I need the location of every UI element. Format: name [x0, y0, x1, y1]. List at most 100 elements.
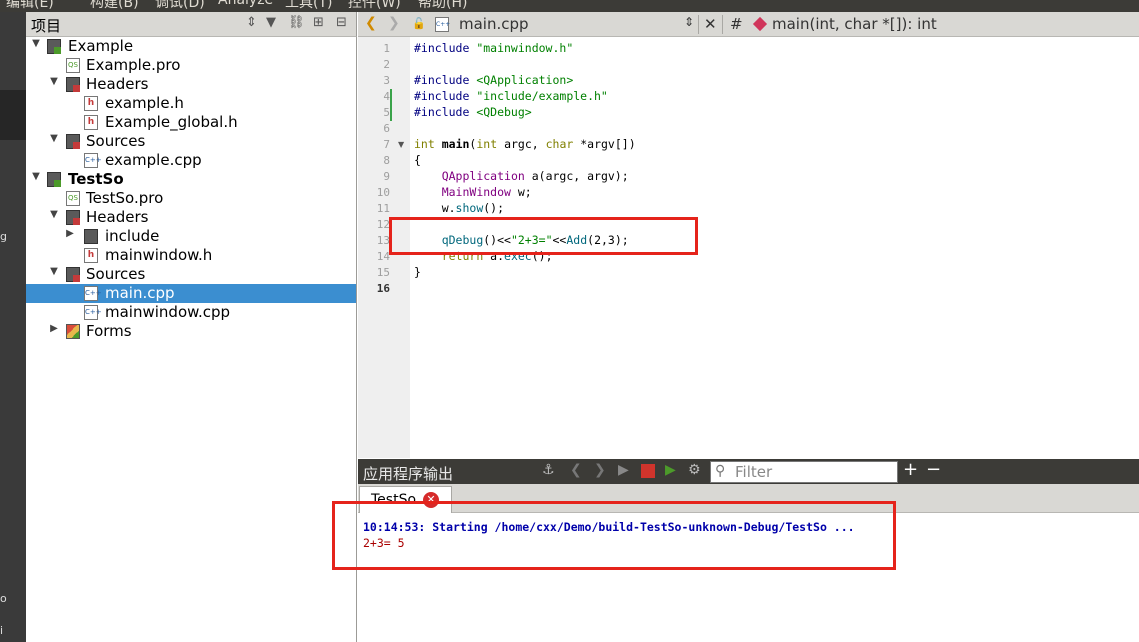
code-line-5: #include <QDebug> — [414, 105, 532, 119]
tree-item-testso-pro[interactable]: QS TestSo.pro — [26, 189, 356, 208]
tree-item-sources[interactable]: ▼ Sources — [26, 265, 356, 284]
expand-arrow-icon[interactable]: ▼ — [30, 38, 42, 49]
tree-item-mainwindow-h[interactable]: h mainwindow.h — [26, 246, 356, 265]
expand-arrow-icon[interactable]: ▼ — [48, 133, 60, 144]
mode-sidebar: g o i — [0, 12, 26, 642]
collapse-arrow-icon[interactable]: ▶ — [64, 228, 76, 239]
tree-item-label: Example_global.h — [105, 113, 238, 131]
tree-item-label: mainwindow.cpp — [105, 303, 231, 321]
menu-analyze[interactable]: Analyze — [218, 0, 273, 8]
filter-placeholder: Filter — [735, 463, 773, 481]
tree-item-label: Example.pro — [86, 56, 181, 74]
cpp-file-icon: C++ — [84, 153, 102, 168]
expand-arrow-icon[interactable]: ▼ — [30, 171, 42, 182]
line-number: 13 — [376, 234, 390, 247]
filter-input[interactable]: ⚲ Filter — [710, 461, 898, 483]
headers-folder-icon — [66, 77, 80, 92]
highlight-box-code — [389, 217, 698, 255]
line-number: 3 — [383, 74, 390, 87]
cpp-file-icon: C++ — [84, 305, 102, 320]
line-number: 5 — [383, 106, 390, 119]
tree-item-main-cpp[interactable]: C++ main.cpp — [26, 284, 356, 303]
tree-item-label: TestSo.pro — [86, 189, 164, 207]
symbol-selector[interactable]: main(int, char *[]): int — [772, 15, 937, 33]
tree-item-example-cpp[interactable]: C++ example.cpp — [26, 151, 356, 170]
tree-item-label: Headers — [86, 208, 149, 226]
code-line-3: #include <QApplication> — [414, 73, 574, 87]
function-symbol-icon — [752, 16, 768, 32]
next-arrow-icon[interactable]: ❯ — [594, 462, 606, 478]
mode-label-fragment[interactable]: o — [0, 592, 7, 605]
project-qt-icon — [47, 39, 61, 54]
expand-arrow-icon[interactable]: ▼ — [48, 266, 60, 277]
tree-item-headers[interactable]: ▼ Headers — [26, 208, 356, 227]
tree-item-headers[interactable]: ▼ Headers — [26, 75, 356, 94]
lock-icon: 🔓 — [412, 17, 426, 30]
tree-item-label: Sources — [86, 265, 146, 283]
attach-icon[interactable]: ⚓ — [542, 462, 555, 478]
tree-item-example-h[interactable]: h example.h — [26, 94, 356, 113]
tree-item-sources[interactable]: ▼ Sources — [26, 132, 356, 151]
mode-edit-selected[interactable] — [0, 90, 26, 140]
output-pane-title: 应用程序输出 — [363, 465, 454, 483]
menu-debug[interactable]: 调试(D) — [155, 0, 205, 12]
collapse-arrow-icon[interactable]: ▶ — [48, 323, 60, 334]
header-file-icon: h — [84, 96, 98, 111]
menu-tools[interactable]: 工具(T) — [285, 0, 332, 12]
tree-item-include-folder[interactable]: ▶ include — [26, 227, 356, 246]
expand-arrow-icon[interactable]: ▼ — [48, 209, 60, 220]
highlight-box-output — [332, 501, 896, 570]
forward-arrow-icon[interactable]: ❯ — [388, 15, 400, 31]
tree-item-label: Headers — [86, 75, 149, 93]
run-icon[interactable]: ▶ — [618, 462, 629, 478]
project-qt-icon — [47, 172, 61, 187]
file-selector-arrows-icon[interactable]: ⇕ — [684, 15, 694, 29]
line-number: 10 — [376, 186, 390, 199]
folder-icon — [84, 229, 98, 244]
tree-item-label: Forms — [86, 322, 132, 340]
prev-arrow-icon[interactable]: ❮ — [570, 462, 582, 478]
menu-help[interactable]: 帮助(H) — [418, 0, 467, 12]
search-icon: ⚲ — [715, 463, 726, 479]
mode-label-fragment[interactable]: i — [0, 624, 3, 637]
line-number: 9 — [383, 170, 390, 183]
open-file-name[interactable]: main.cpp — [459, 15, 529, 33]
code-line-7: int main(int argc, char *argv[]) — [414, 137, 636, 151]
mode-label-fragment[interactable]: g — [0, 230, 7, 243]
header-file-icon: h — [84, 248, 98, 263]
remove-icon[interactable]: − — [926, 459, 941, 480]
debug-run-icon[interactable]: ▶ — [665, 462, 676, 478]
add-icon[interactable]: + — [903, 459, 918, 480]
headers-folder-icon — [66, 210, 80, 225]
view-selector-arrows-icon[interactable]: ⇕ — [246, 15, 257, 30]
tree-item-example-global-h[interactable]: h Example_global.h — [26, 113, 356, 132]
filter-icon[interactable]: ▼ — [266, 15, 276, 30]
close-file-icon[interactable]: ✕ — [704, 15, 717, 33]
link-icon[interactable]: ⛓ — [288, 15, 305, 30]
back-arrow-icon[interactable]: ❮ — [365, 15, 377, 31]
tree-item-forms[interactable]: ▶ Forms — [26, 322, 356, 341]
line-number: 12 — [376, 218, 390, 231]
menu-widgets[interactable]: 控件(W) — [348, 0, 401, 12]
expand-arrow-icon[interactable]: ▼ — [48, 76, 60, 87]
code-line-8: { — [414, 153, 421, 167]
tree-item-example-pro[interactable]: QS Example.pro — [26, 56, 356, 75]
close-pane-icon[interactable]: ⊟ — [336, 15, 347, 30]
line-number: 11 — [376, 202, 390, 215]
line-number: 6 — [383, 122, 390, 135]
pro-file-icon: QS — [66, 58, 80, 73]
tree-item-label: mainwindow.h — [105, 246, 213, 264]
tree-item-example-project[interactable]: ▼ Example — [26, 37, 356, 56]
tree-item-testso-project[interactable]: ▼ TestSo — [26, 170, 356, 189]
tree-item-mainwindow-cpp[interactable]: C++ mainwindow.cpp — [26, 303, 356, 322]
sources-folder-icon — [66, 267, 80, 282]
menu-build[interactable]: 构建(B) — [90, 0, 139, 12]
split-icon[interactable]: ⊞ — [313, 15, 324, 30]
code-line-10: MainWindow w; — [441, 185, 532, 199]
menu-edit[interactable]: 编辑(E) — [6, 0, 54, 12]
project-tree: ▼ Example QS Example.pro ▼ Headers h exa… — [26, 37, 357, 642]
settings-gear-icon[interactable]: ⚙ — [688, 462, 701, 478]
stop-icon[interactable] — [641, 464, 655, 478]
line-number: 7 — [383, 138, 390, 151]
fold-arrow-icon[interactable]: ▼ — [398, 140, 404, 149]
